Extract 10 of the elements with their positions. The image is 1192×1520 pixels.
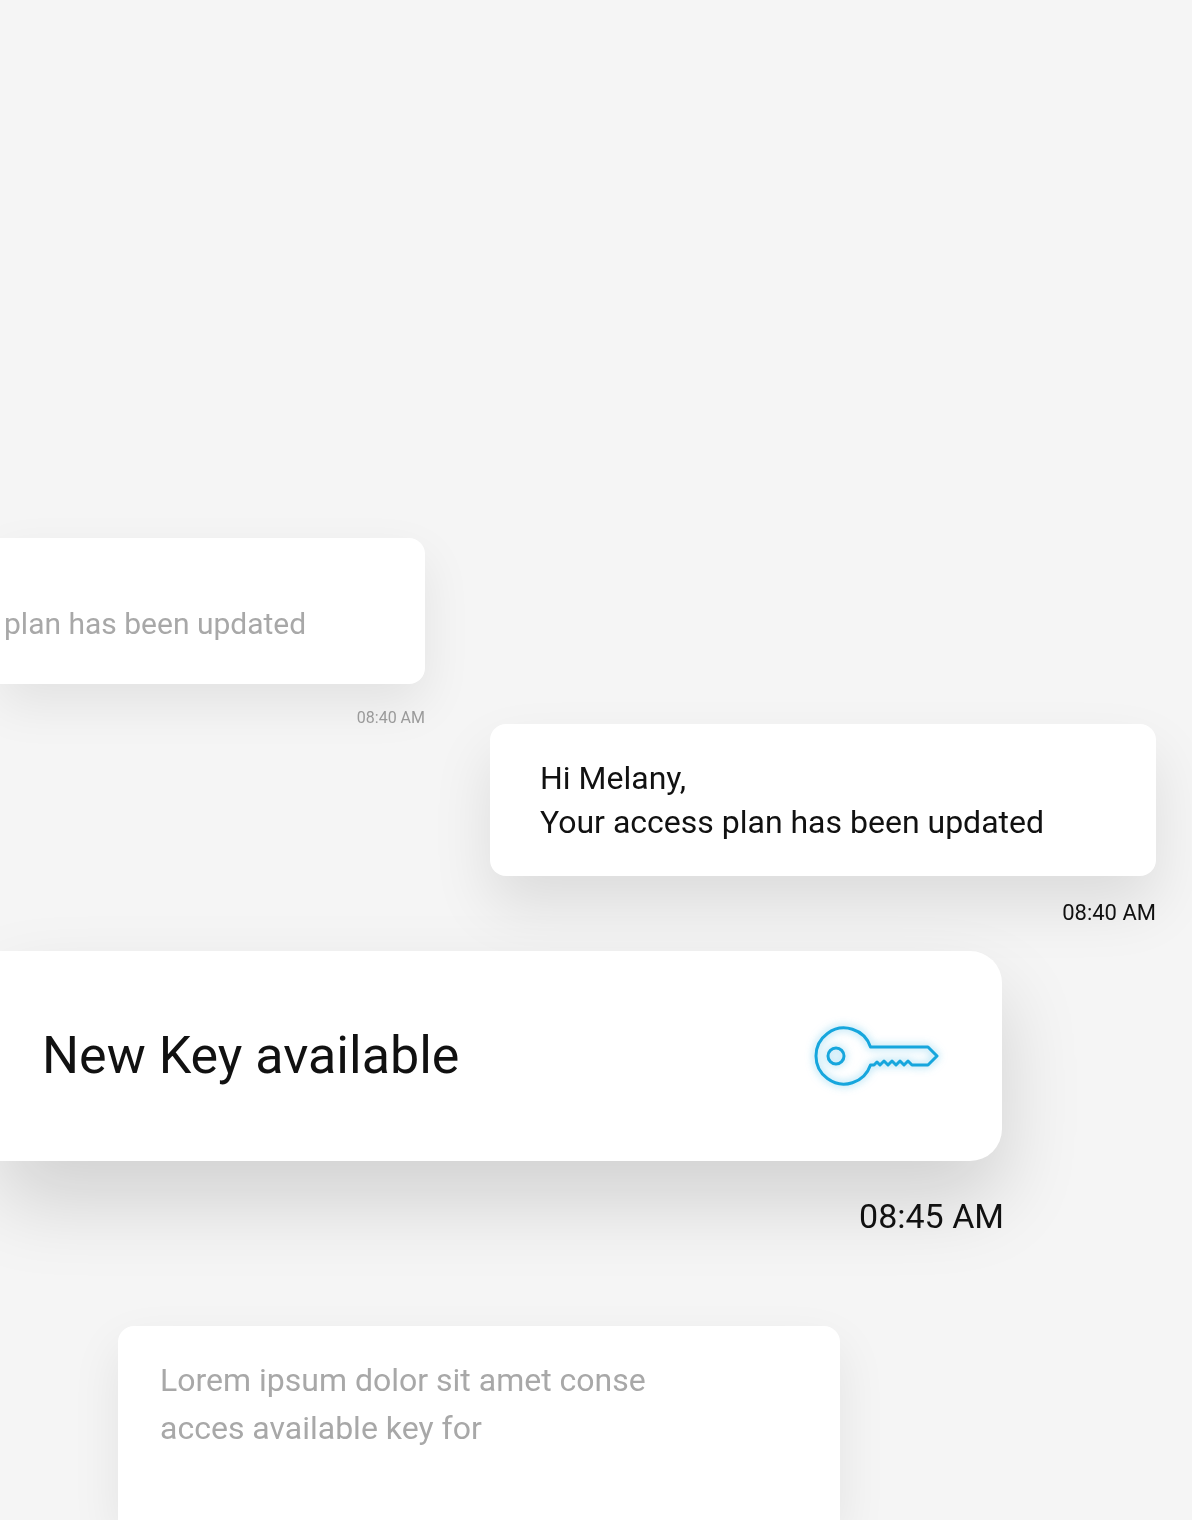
message-text: acces available key for: [160, 1408, 483, 1450]
key-icon: [812, 1023, 940, 1089]
message-text: plan has been updated: [4, 604, 307, 643]
message-text: Your access plan has been updated: [540, 801, 1046, 843]
timestamp: 08:40 AM: [356, 706, 425, 729]
message-text: Lorem ipsum dolor sit amet conse: [160, 1360, 647, 1402]
timestamp: 08:40 AM: [1062, 898, 1156, 927]
timestamp: 08:45 AM: [859, 1195, 1004, 1239]
notification-title: New Key available: [42, 1024, 460, 1088]
message-text: Hi Melany,: [540, 757, 688, 799]
